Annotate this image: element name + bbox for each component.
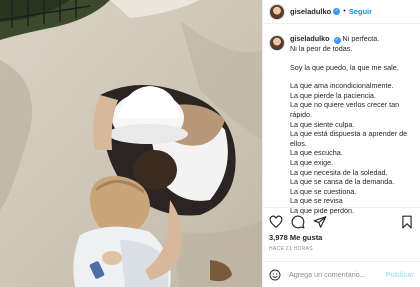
caption-line: La que necesita de la soledad. <box>290 167 388 177</box>
caption-line: La que ama incondicionalmente. <box>290 81 394 91</box>
caption-line: La que escucha. <box>290 148 343 158</box>
post-actions <box>263 207 420 235</box>
heart-icon[interactable] <box>269 215 283 229</box>
likes-count[interactable]: 3,978 Me gusta <box>269 233 322 242</box>
caption-line: La que exige. <box>290 157 334 167</box>
caption-username[interactable]: giseladulko <box>290 34 330 43</box>
follow-button[interactable]: Seguir <box>349 7 372 16</box>
header-separator: • <box>343 8 346 15</box>
publish-button[interactable]: Publicar <box>386 270 414 279</box>
post-caption: giseladulko ✓ Ni perfecta. Ni la peor de… <box>269 34 416 216</box>
caption-line: La que se cuestiona. <box>290 186 357 196</box>
header-username[interactable]: giseladulko <box>290 7 331 16</box>
caption-line: rápido. <box>290 109 312 119</box>
caption-verified-badge-icon: ✓ <box>333 37 341 44</box>
bookmark-icon[interactable] <box>400 215 414 229</box>
post-photo[interactable] <box>0 0 262 287</box>
verified-badge-icon: ✓ <box>333 8 341 15</box>
instagram-post: giseladulko ✓ • Seguir giseladulko ✓ Ni … <box>0 0 420 287</box>
avatar[interactable] <box>269 3 285 20</box>
post-timestamp[interactable]: HACE 21 HORAS <box>269 246 313 252</box>
caption-first-line: Ni perfecta. <box>342 34 380 43</box>
caption-line: La que no quiere verlos crecer tan <box>290 100 400 110</box>
emoji-icon[interactable] <box>269 269 281 281</box>
comment-box: Publicar <box>263 261 420 287</box>
caption-line: ellos. <box>290 138 307 148</box>
caption-line: La que siente culpa. <box>290 119 355 129</box>
caption-second-line: Ni la peor de todas. <box>290 44 353 53</box>
caption-line: La que está dispuesta a aprender de <box>290 129 408 139</box>
caption-intro: Soy la que puedo, la que me sale. <box>290 62 399 72</box>
photo-mother-children <box>0 0 262 287</box>
caption-avatar[interactable] <box>269 35 285 51</box>
post-side-panel: giseladulko ✓ • Seguir giseladulko ✓ Ni … <box>262 0 420 287</box>
share-icon[interactable] <box>313 215 327 229</box>
caption-line: La que se revisa <box>290 196 343 206</box>
comment-icon[interactable] <box>291 215 305 229</box>
post-header: giseladulko ✓ • Seguir <box>263 0 420 24</box>
caption-line: La que se cansa de la demanda. <box>290 177 395 187</box>
caption-line: La que pierde la paciencia. <box>290 90 376 100</box>
comment-input[interactable] <box>287 269 386 280</box>
